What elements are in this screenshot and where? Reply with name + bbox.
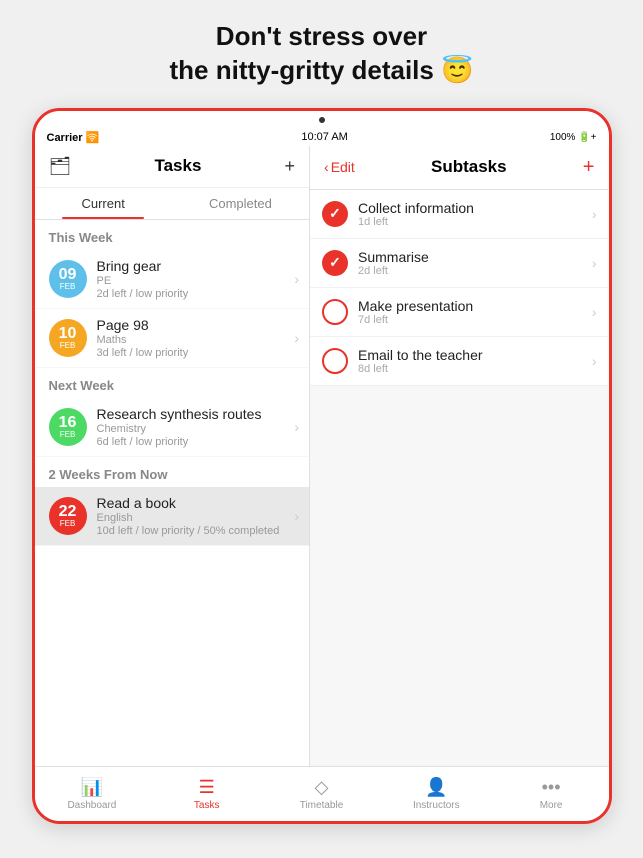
check-collect[interactable]: ✓ [322, 201, 348, 227]
tab-current[interactable]: Current [35, 188, 172, 219]
subtask-summarise[interactable]: ✓ Summarise 2d left › [310, 239, 608, 288]
task-title: Bring gear [97, 258, 295, 274]
add-task-button[interactable]: + [285, 156, 296, 177]
carrier: Carrier 🛜 [47, 131, 100, 144]
task-subtitle: English [97, 512, 295, 524]
subtask-title: Collect information [358, 200, 592, 216]
task-subtitle: Maths [97, 334, 295, 346]
tasks-scroll[interactable]: This Week 09 Feb Bring gear PE 2d left /… [35, 220, 310, 766]
nav-timetable[interactable]: ◇ Timetable [264, 767, 379, 821]
nav-dashboard-label: Dashboard [67, 800, 116, 811]
date-badge-09: 09 Feb [49, 260, 87, 298]
subtask-title: Email to the teacher [358, 347, 592, 363]
subtask-email[interactable]: Email to the teacher 8d left › [310, 337, 608, 386]
nav-timetable-label: Timetable [300, 800, 344, 811]
nav-tasks-label: Tasks [194, 800, 220, 811]
task-detail: 3d left / low priority [97, 347, 295, 359]
subtasks-list: ✓ Collect information 1d left › ✓ [310, 190, 608, 766]
device-dot [319, 117, 325, 123]
task-bring-gear[interactable]: 09 Feb Bring gear PE 2d left / low prior… [35, 250, 310, 309]
page-wrapper: Don't stress over the nitty-gritty detai… [0, 20, 643, 824]
check-summarise[interactable]: ✓ [322, 250, 348, 276]
task-research[interactable]: 16 Feb Research synthesis routes Chemist… [35, 398, 310, 457]
nav-tasks[interactable]: ☰ Tasks [149, 767, 264, 821]
device-top [35, 111, 609, 129]
bottom-nav: 📊 Dashboard ☰ Tasks ◇ Timetable 👤 Instru… [35, 766, 609, 821]
check-email[interactable] [322, 348, 348, 374]
right-header: ‹ Edit Subtasks + [310, 146, 608, 190]
task-detail: 10d left / low priority / 50% completed [97, 525, 295, 537]
edit-button[interactable]: ‹ Edit [324, 159, 355, 175]
chevron-icon: › [592, 255, 597, 271]
timetable-icon: ◇ [315, 777, 329, 798]
headline-line1: Don't stress over [216, 21, 427, 51]
chevron-icon: › [592, 353, 597, 369]
more-icon: ••• [542, 777, 561, 798]
headline-line2: the nitty-gritty details 😇 [170, 55, 474, 85]
section-this-week: This Week [35, 220, 310, 250]
task-title: Read a book [97, 495, 295, 511]
headline: Don't stress over the nitty-gritty detai… [170, 20, 474, 88]
chevron-icon: › [294, 271, 299, 287]
date-badge-22: 22 Feb [49, 497, 87, 535]
edit-label: Edit [331, 159, 355, 175]
task-subtitle: PE [97, 275, 295, 287]
add-subtask-button[interactable]: + [583, 156, 595, 179]
task-detail: 6d left / low priority [97, 436, 295, 448]
dashboard-icon: 📊 [81, 777, 103, 798]
left-header: 🗂 Tasks + [35, 146, 310, 188]
nav-instructors[interactable]: 👤 Instructors [379, 767, 494, 821]
task-detail: 2d left / low priority [97, 288, 295, 300]
subtask-presentation[interactable]: Make presentation 7d left › [310, 288, 608, 337]
date-badge-10: 10 Feb [49, 319, 87, 357]
chevron-icon: › [592, 304, 597, 320]
right-panel: ‹ Edit Subtasks + ✓ Collect information … [310, 146, 608, 766]
device-frame: Carrier 🛜 10:07 AM 100% 🔋+ 🗂 Tasks + Cur… [32, 108, 612, 824]
section-2weeks: 2 Weeks From Now [35, 457, 310, 487]
tasks-icon: ☰ [199, 777, 215, 798]
app-content: 🗂 Tasks + Current Completed This Week [35, 146, 609, 766]
task-title: Research synthesis routes [97, 406, 295, 422]
subtask-time: 2d left [358, 265, 592, 277]
chevron-icon: › [592, 206, 597, 222]
left-panel: 🗂 Tasks + Current Completed This Week [35, 146, 311, 766]
check-presentation[interactable] [322, 299, 348, 325]
task-read-book[interactable]: 22 Feb Read a book English 10d left / lo… [35, 487, 310, 546]
chevron-icon: › [294, 330, 299, 346]
section-next-week: Next Week [35, 368, 310, 398]
subtask-title: Summarise [358, 249, 592, 265]
subtask-time: 1d left [358, 216, 592, 228]
nav-more-label: More [540, 800, 563, 811]
subtask-time: 8d left [358, 363, 592, 375]
status-bar: Carrier 🛜 10:07 AM 100% 🔋+ [35, 129, 609, 146]
subtask-title: Make presentation [358, 298, 592, 314]
chevron-icon: › [294, 508, 299, 524]
task-subtitle: Chemistry [97, 423, 295, 435]
time: 10:07 AM [301, 131, 347, 143]
subtask-time: 7d left [358, 314, 592, 326]
nav-more[interactable]: ••• More [494, 767, 609, 821]
folder-icon: 🗂 [49, 156, 72, 177]
chevron-icon: › [294, 419, 299, 435]
tab-bar: Current Completed [35, 188, 310, 220]
task-page98[interactable]: 10 Feb Page 98 Maths 3d left / low prior… [35, 309, 310, 368]
instructors-icon: 👤 [425, 777, 447, 798]
subtasks-title: Subtasks [431, 157, 507, 177]
date-badge-16: 16 Feb [49, 408, 87, 446]
tasks-title: Tasks [154, 156, 201, 176]
nav-instructors-label: Instructors [413, 800, 460, 811]
task-title: Page 98 [97, 317, 295, 333]
subtask-collect[interactable]: ✓ Collect information 1d left › [310, 190, 608, 239]
nav-dashboard[interactable]: 📊 Dashboard [35, 767, 150, 821]
tab-completed[interactable]: Completed [172, 188, 309, 219]
battery: 100% 🔋+ [550, 132, 597, 143]
